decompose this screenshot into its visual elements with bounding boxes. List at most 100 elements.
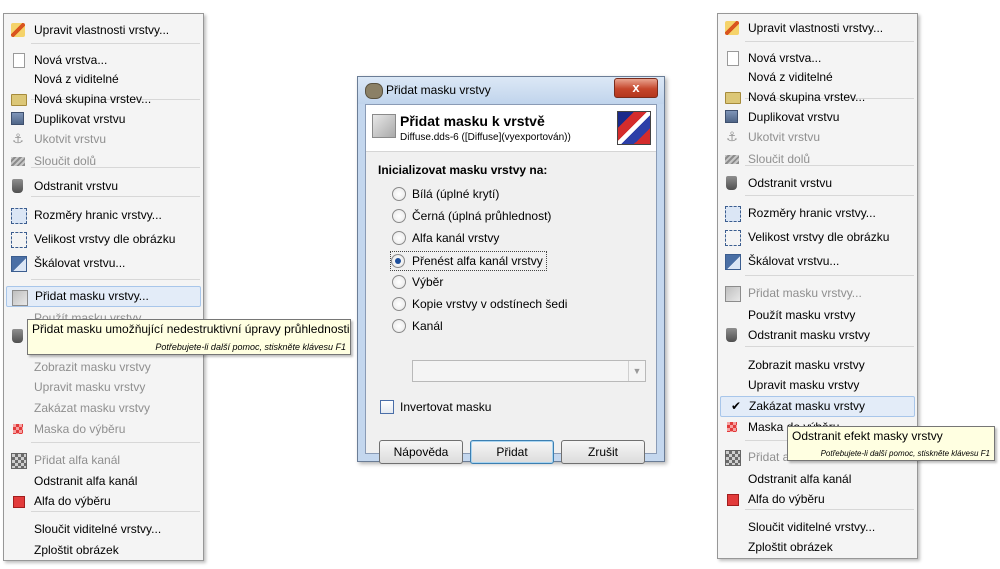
- radio-button[interactable]: [392, 297, 406, 311]
- radio-button[interactable]: [391, 254, 405, 268]
- alpha-channel-icon: [725, 450, 741, 466]
- menu-item-zplostit-obrazek[interactable]: Zploštit obrázek: [720, 537, 915, 558]
- menu-item-upravit-masku-vrstvy[interactable]: Upravit masku vrstvy: [720, 375, 915, 396]
- menu-item-label: Ukotvit vrstvu: [34, 132, 107, 146]
- menu-item-velikost-vrstvy-dle-obrazku[interactable]: Velikost vrstvy dle obrázku: [6, 229, 201, 250]
- checkbox-box[interactable]: [380, 400, 394, 414]
- menu-item-label: Alfa do výběru: [748, 492, 825, 506]
- cancel-button[interactable]: Zrušit: [561, 440, 645, 464]
- radio-kanal[interactable]: Kanál: [392, 317, 443, 335]
- menu-item-duplikovat-vrstvu[interactable]: Duplikovat vrstvu: [720, 107, 915, 128]
- trash-icon: [12, 179, 23, 193]
- radio-prenest-alfa-kanal-vrstvy[interactable]: Přenést alfa kanál vrstvy: [390, 251, 547, 271]
- menu-item-label: Odstranit vrstvu: [748, 176, 833, 190]
- close-button[interactable]: x: [614, 78, 658, 98]
- radio-button[interactable]: [392, 231, 406, 245]
- new-layer-icon: [727, 51, 739, 66]
- radio-alfa-kanal-vrstvy[interactable]: Alfa kanál vrstvy: [392, 229, 499, 247]
- menu-item-label: Přidat alfa kanál: [34, 453, 121, 467]
- radio-button[interactable]: [392, 275, 406, 289]
- radio-label: Kopie vrstvy v odstínech šedi: [412, 297, 568, 311]
- folder-icon: [11, 94, 27, 106]
- menu-item-maska-do-vyberu: Maska do výběru: [6, 419, 201, 440]
- dialog-titlebar[interactable]: Přidat masku vrstvy x: [358, 77, 664, 104]
- menu-item-rozmery-hranic-vrstvy[interactable]: Rozměry hranic vrstvy...: [720, 203, 915, 224]
- menu-item-zakazat-masku-vrstvy[interactable]: ✔ Zakázat masku vrstvy: [720, 396, 915, 417]
- menu-item-alfa-do-vyberu[interactable]: Alfa do výběru: [6, 491, 201, 512]
- menu-item-nova-z-viditelne[interactable]: Nová z viditelné: [720, 67, 915, 88]
- radio-vyber[interactable]: Výběr: [392, 273, 443, 291]
- mask-to-selection-icon: [727, 422, 737, 432]
- gimp-logo-icon: [365, 83, 383, 99]
- dialog-body: Přidat masku k vrstvě Diffuse.dds-6 ([Di…: [365, 104, 657, 464]
- radio-bila-uplne-kryti[interactable]: Bílá (úplné krytí): [392, 185, 499, 203]
- radio-kopie-vrstvy-v-odstinech-sedi[interactable]: Kopie vrstvy v odstínech šedi: [392, 295, 567, 313]
- menu-item-label: Alfa do výběru: [34, 494, 111, 508]
- menu-item-odstranit-alfa-kanal[interactable]: Odstranit alfa kanál: [6, 471, 201, 492]
- layer-context-menu-left: Upravit vlastnosti vrstvy... Nová vrstva.…: [3, 13, 204, 561]
- menu-item-label: Rozměry hranic vrstvy...: [34, 208, 162, 222]
- menu-item-label: Zakázat masku vrstvy: [749, 399, 866, 413]
- layer-to-image-size-icon: [11, 232, 27, 248]
- menu-item-sloucit-viditelne-vrstvy[interactable]: Sloučit viditelné vrstvy...: [6, 519, 201, 540]
- invert-mask-checkbox[interactable]: Invertovat masku: [380, 399, 491, 415]
- menu-item-rozmery-hranic-vrstvy[interactable]: Rozměry hranic vrstvy...: [6, 205, 201, 226]
- add-button[interactable]: Přidat: [470, 440, 554, 464]
- menu-item-alfa-do-vyberu[interactable]: Alfa do výběru: [720, 489, 915, 510]
- menu-item-nova-vrstva[interactable]: Nová vrstva...: [6, 50, 201, 71]
- menu-item-label: Odstranit alfa kanál: [748, 472, 852, 486]
- menu-item-label: Škálovat vrstvu...: [748, 254, 840, 268]
- menu-item-label: Zobrazit masku vrstvy: [748, 358, 865, 372]
- menu-item-sloucit-viditelne-vrstvy[interactable]: Sloučit viditelné vrstvy...: [720, 517, 915, 538]
- dialog-heading: Přidat masku k vrstvě: [400, 113, 545, 129]
- menu-item-label: Upravit masku vrstvy: [34, 380, 146, 394]
- menu-item-label: Upravit masku vrstvy: [748, 378, 860, 392]
- menu-item-label: Nová z viditelné: [748, 70, 833, 84]
- menu-item-pouzit-masku-vrstvy[interactable]: Použít masku vrstvy: [720, 305, 915, 326]
- menu-item-label: Upravit vlastnosti vrstvy...: [748, 21, 884, 35]
- menu-item-label: Použít masku vrstvy: [748, 308, 856, 322]
- menu-item-sloucit-dolu: Sloučit dolů: [720, 149, 915, 170]
- layer-to-image-size-icon: [725, 230, 741, 246]
- menu-item-upravit-vlastnosti-vrstvy[interactable]: Upravit vlastnosti vrstvy...: [720, 18, 915, 39]
- menu-item-nova-z-viditelne[interactable]: Nová z viditelné: [6, 69, 201, 90]
- radio-button[interactable]: [392, 209, 406, 223]
- menu-item-odstranit-vrstvu[interactable]: Odstranit vrstvu: [6, 176, 201, 197]
- menu-item-odstranit-alfa-kanal[interactable]: Odstranit alfa kanál: [720, 469, 915, 490]
- add-button-label: Přidat: [496, 445, 528, 459]
- menu-item-zplostit-obrazek[interactable]: Zploštit obrázek: [6, 540, 201, 561]
- help-button[interactable]: Nápověda: [379, 440, 463, 464]
- menu-item-duplikovat-vrstvu[interactable]: Duplikovat vrstvu: [6, 109, 201, 130]
- menu-item-upravit-vlastnosti-vrstvy[interactable]: Upravit vlastnosti vrstvy...: [6, 20, 201, 41]
- chevron-down-icon: ▼: [628, 361, 645, 381]
- anchor-icon: ⚓: [726, 129, 738, 144]
- radio-button[interactable]: [392, 187, 406, 201]
- add-layer-mask-dialog: Přidat masku vrstvy x Přidat masku k vrs…: [357, 76, 665, 464]
- menu-separator: [745, 41, 914, 42]
- menu-item-skalovat-vrstvu[interactable]: Škálovat vrstvu...: [720, 251, 915, 272]
- menu-item-label: Sloučit dolů: [34, 154, 97, 168]
- channel-combo: ▼: [412, 360, 646, 382]
- menu-separator: [745, 195, 914, 196]
- layer-thumbnail: [617, 111, 651, 145]
- radio-label: Výběr: [412, 275, 444, 289]
- menu-item-nova-skupina-vrstev[interactable]: Nová skupina vrstev...: [720, 87, 915, 108]
- radio-cerna-uplna-pruhlednost[interactable]: Černá (úplná průhlednost): [392, 207, 551, 225]
- folder-icon: [725, 92, 741, 104]
- anchor-icon: ⚓: [12, 131, 24, 146]
- menu-item-zakazat-masku-vrstvy: Zakázat masku vrstvy: [6, 398, 201, 419]
- radio-button[interactable]: [392, 319, 406, 333]
- menu-item-label: Maska do výběru: [34, 422, 126, 436]
- tooltip-remove-mask-effect: Odstranit efekt masky vrstvy Potřebujete…: [787, 426, 995, 461]
- menu-item-nova-vrstva[interactable]: Nová vrstva...: [720, 48, 915, 69]
- menu-item-label: Ukotvit vrstvu: [748, 130, 821, 144]
- menu-item-odstranit-vrstvu[interactable]: Odstranit vrstvu: [720, 173, 915, 194]
- menu-item-velikost-vrstvy-dle-obrazku[interactable]: Velikost vrstvy dle obrázku: [720, 227, 915, 248]
- menu-item-odstranit-masku-vrstvy[interactable]: Odstranit masku vrstvy: [720, 325, 915, 346]
- menu-item-nova-skupina-vrstev[interactable]: Nová skupina vrstev...: [6, 89, 201, 110]
- menu-item-skalovat-vrstvu[interactable]: Škálovat vrstvu...: [6, 253, 201, 274]
- radio-label: Alfa kanál vrstvy: [412, 231, 500, 245]
- menu-item-label: Odstranit vrstvu: [34, 179, 119, 193]
- menu-item-zobrazit-masku-vrstvy[interactable]: Zobrazit masku vrstvy: [720, 355, 915, 376]
- menu-item-pridat-masku-vrstvy[interactable]: Přidat masku vrstvy...: [6, 286, 201, 307]
